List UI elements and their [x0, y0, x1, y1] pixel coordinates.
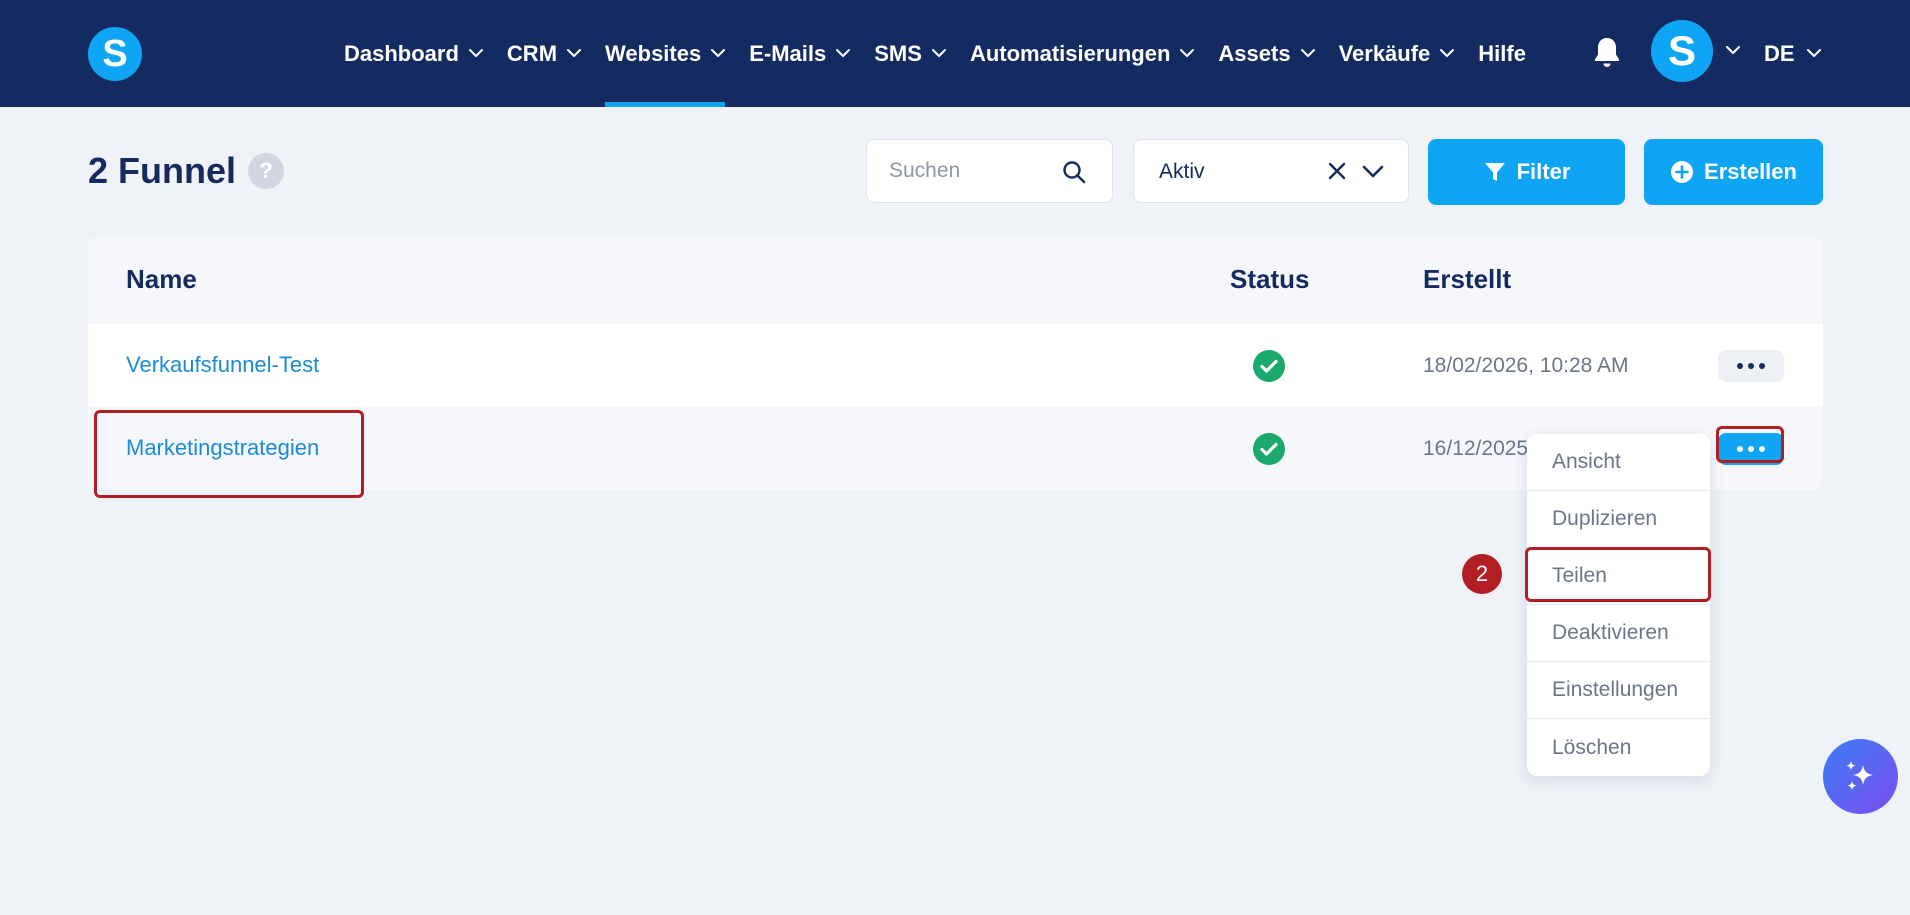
more-horizontal-icon — [1737, 363, 1765, 369]
chevron-down-icon — [836, 49, 851, 57]
created-date: 18/02/2026, 10:28 AM — [1423, 354, 1629, 377]
chevron-down-icon — [711, 49, 726, 57]
more-horizontal-icon — [1737, 446, 1765, 452]
nav-item-automatisierungen[interactable]: Automatisierungen — [969, 0, 1195, 107]
sparkle-icon — [1845, 760, 1873, 790]
menu-item-view[interactable]: Ansicht — [1527, 434, 1710, 491]
nav-item-sms[interactable]: SMS — [874, 0, 946, 107]
filter-icon — [1484, 163, 1505, 181]
row-actions-button[interactable] — [1718, 350, 1784, 382]
chevron-down-icon[interactable] — [1726, 46, 1740, 55]
menu-item-duplicate[interactable]: Duplizieren — [1527, 491, 1710, 548]
nav-item-label: Dashboard — [344, 40, 459, 66]
create-button-label: Erstellen — [1704, 159, 1797, 184]
chevron-down-icon — [468, 49, 483, 57]
nav-item-label: Websites — [605, 40, 702, 66]
search-box — [866, 139, 1113, 203]
nav-item-label: SMS — [874, 40, 922, 66]
row-actions-menu: Ansicht Duplizieren Teilen Deaktivieren … — [1527, 434, 1710, 776]
check-circle-icon — [1253, 433, 1285, 465]
table-header: Name Status Erstellt — [88, 236, 1823, 324]
menu-item-settings[interactable]: Einstellungen — [1527, 662, 1710, 719]
nav-item-label: Assets — [1218, 40, 1291, 66]
filter-button[interactable]: Filter — [1428, 139, 1625, 205]
chevron-down-icon[interactable] — [1362, 165, 1384, 179]
funnel-name-link[interactable]: Verkaufsfunnel-Test — [126, 352, 319, 378]
nav-item-dashboard[interactable]: Dashboard — [344, 0, 483, 107]
chevron-down-icon — [1806, 49, 1821, 57]
menu-item-share[interactable]: Teilen — [1527, 548, 1710, 605]
nav-item-verkaeufe[interactable]: Verkäufe — [1339, 0, 1455, 107]
chevron-down-icon — [1180, 49, 1195, 57]
column-header-name[interactable]: Name — [126, 264, 197, 295]
nav-item-label: Automatisierungen — [969, 40, 1171, 66]
user-avatar[interactable]: S — [1651, 20, 1713, 82]
step-number-badge: 2 — [1462, 554, 1502, 594]
help-icon[interactable]: ? — [248, 153, 285, 189]
nav-item-label: CRM — [506, 40, 558, 66]
main-nav: Dashboard CRM Websites E-Mails SMS Autom… — [344, 0, 1550, 107]
status-filter-select[interactable]: Aktiv — [1133, 139, 1409, 203]
nav-item-crm[interactable]: CRM — [506, 0, 582, 107]
nav-item-websites[interactable]: Websites — [605, 0, 726, 107]
nav-item-label: Hilfe — [1478, 40, 1526, 66]
language-label: DE — [1764, 40, 1795, 66]
table-row: Verkaufsfunnel-Test 18/02/2026, 10:28 AM — [88, 324, 1823, 407]
column-header-status[interactable]: Status — [1230, 264, 1309, 295]
nav-item-label: E-Mails — [749, 40, 827, 66]
chevron-down-icon — [1440, 49, 1455, 57]
nav-item-e-mails[interactable]: E-Mails — [749, 0, 851, 107]
chevron-down-icon — [567, 49, 582, 57]
check-circle-icon — [1253, 350, 1285, 382]
close-icon[interactable] — [1328, 162, 1346, 180]
chevron-down-icon — [931, 49, 946, 57]
page-title-text: 2 Funnel — [88, 150, 237, 191]
bell-icon[interactable] — [1592, 35, 1622, 69]
chevron-down-icon — [1300, 49, 1315, 57]
top-navigation-bar: S Dashboard CRM Websites E-Mails SMS Aut… — [0, 0, 1910, 107]
language-switcher[interactable]: DE — [1764, 0, 1821, 107]
create-button[interactable]: Erstellen — [1644, 139, 1823, 205]
menu-item-deactivate[interactable]: Deaktivieren — [1527, 605, 1710, 662]
search-input[interactable] — [889, 140, 1059, 202]
nav-item-label: Verkäufe — [1338, 40, 1431, 66]
created-date: 16/12/2025 — [1423, 437, 1529, 460]
row-actions-button[interactable] — [1718, 433, 1784, 465]
funnel-name-link[interactable]: Marketingstrategien — [126, 435, 319, 461]
filter-button-label: Filter — [1516, 159, 1571, 184]
plus-circle-icon — [1671, 161, 1694, 183]
page-title: 2 Funnel ? — [88, 150, 285, 192]
app-logo[interactable]: S — [88, 27, 142, 81]
status-filter-value: Aktiv — [1159, 160, 1205, 183]
nav-item-hilfe[interactable]: Hilfe — [1478, 0, 1526, 107]
menu-item-delete[interactable]: Löschen — [1527, 719, 1710, 776]
column-header-created[interactable]: Erstellt — [1423, 264, 1511, 295]
search-icon[interactable] — [1062, 160, 1086, 184]
nav-item-assets[interactable]: Assets — [1218, 0, 1315, 107]
ai-assistant-button[interactable] — [1823, 739, 1898, 814]
